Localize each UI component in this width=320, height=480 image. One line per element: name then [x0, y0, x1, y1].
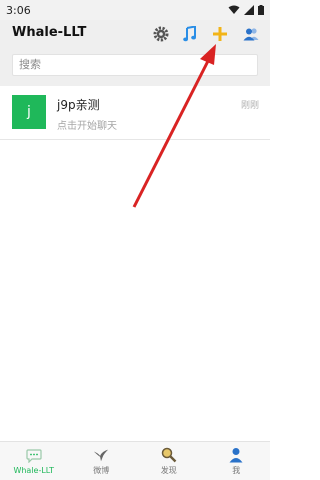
tab-whale-llt[interactable]: Whale-LLT [0, 442, 68, 480]
chat-time: 刚刚 [240, 101, 259, 111]
chat-list: j j9p亲测 点击开始聊天 刚刚 [0, 86, 270, 140]
tab-label: 发现 [160, 465, 177, 475]
tab-discover[interactable]: 发现 [135, 442, 203, 480]
status-icons [228, 5, 264, 15]
contacts-icon [243, 28, 259, 41]
app-title: Whale-LLT [12, 25, 87, 40]
wifi-icon [228, 5, 240, 14]
plus-icon [213, 27, 227, 41]
music-button[interactable] [180, 24, 200, 44]
app-header: Whale-LLT [0, 20, 270, 48]
divider [0, 139, 270, 140]
add-button[interactable] [210, 24, 230, 44]
bottom-tab-bar: Whale-LLT 微博 发现 我 [0, 441, 270, 480]
chat-bubble-icon [26, 448, 42, 464]
chat-preview: 点击开始聊天 [57, 121, 117, 132]
search-bar: 搜索 [0, 48, 270, 86]
tab-weibo[interactable]: 微博 [68, 442, 136, 480]
search-placeholder: 搜索 [19, 58, 41, 71]
tab-label: Whale-LLT [13, 465, 55, 475]
music-note-icon [183, 26, 196, 42]
chat-list-item[interactable]: j j9p亲测 点击开始聊天 刚刚 [0, 86, 270, 140]
magnifier-icon [161, 447, 177, 463]
status-bar: 3:06 [0, 0, 270, 20]
signal-icon [244, 5, 254, 15]
settings-button[interactable] [151, 24, 171, 44]
bird-icon [93, 447, 109, 463]
chat-name: j9p亲测 [57, 98, 100, 112]
status-time: 3:06 [6, 3, 31, 17]
person-icon [228, 447, 244, 463]
tab-label: 我 [232, 465, 241, 475]
tab-label: 微博 [93, 465, 110, 475]
tab-me[interactable]: 我 [203, 442, 271, 480]
gear-icon [153, 26, 169, 42]
battery-icon [258, 5, 264, 15]
avatar: j [12, 95, 46, 129]
contacts-button[interactable] [241, 24, 261, 44]
search-input[interactable]: 搜索 [12, 54, 258, 76]
